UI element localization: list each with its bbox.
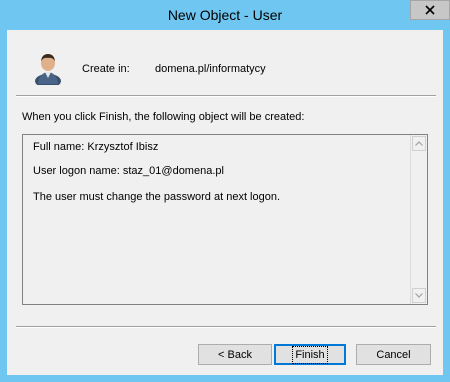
summary-intro: When you click Finish, the following obj… <box>22 111 305 123</box>
create-in-path: domena.pl/informatycy <box>155 63 266 75</box>
finish-button-label: Finish <box>292 345 328 364</box>
close-button[interactable] <box>410 0 450 20</box>
logon-name-line: User logon name: staz_01@domena.pl <box>33 165 224 177</box>
create-in-label: Create in: <box>82 63 130 75</box>
title-bar[interactable]: New Object - User <box>0 0 450 30</box>
vertical-scrollbar[interactable] <box>410 135 427 304</box>
full-name-line: Full name: Krzysztof Ibisz <box>33 141 159 153</box>
summary-textbox[interactable]: Full name: Krzysztof Ibisz User logon na… <box>22 134 428 305</box>
back-button[interactable]: < Back <box>198 344 272 365</box>
scroll-up-button[interactable] <box>412 136 426 151</box>
window-title: New Object - User <box>167 7 283 23</box>
divider <box>16 326 436 328</box>
divider <box>16 95 436 97</box>
password-policy-line: The user must change the password at nex… <box>33 191 281 203</box>
user-icon <box>33 51 63 88</box>
dialog-body: Create in: domena.pl/informatycy When yo… <box>7 30 443 375</box>
close-icon <box>425 5 435 15</box>
finish-button[interactable]: Finish <box>274 344 346 365</box>
scroll-down-button[interactable] <box>412 288 426 303</box>
chevron-up-icon <box>415 141 423 146</box>
chevron-down-icon <box>415 293 423 298</box>
cancel-button[interactable]: Cancel <box>356 344 431 365</box>
